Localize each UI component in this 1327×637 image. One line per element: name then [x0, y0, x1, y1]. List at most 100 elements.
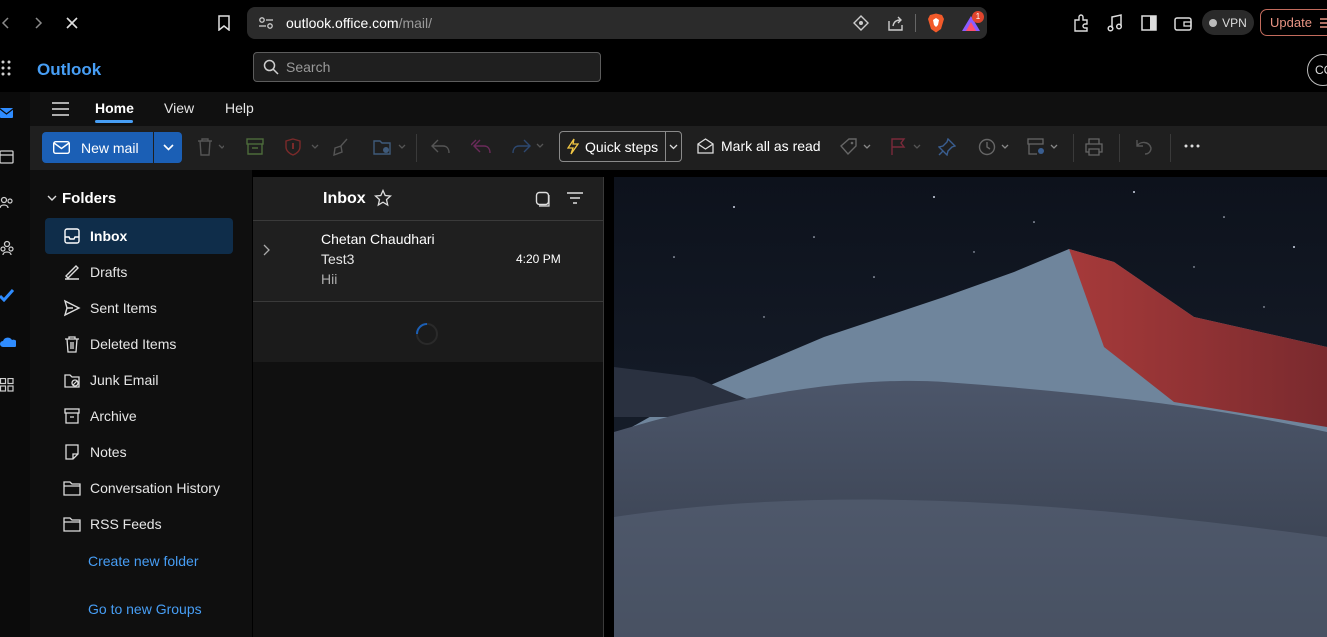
pin-icon[interactable] [938, 138, 958, 158]
sweep-icon[interactable] [332, 138, 352, 158]
sidebar-icon[interactable] [1137, 11, 1161, 35]
brave-shields-icon[interactable] [927, 13, 945, 33]
tab-view[interactable]: View [164, 100, 194, 116]
search-input[interactable] [284, 58, 588, 76]
app-rail [0, 92, 31, 637]
mark-all-read-button[interactable]: Mark all as read [697, 138, 821, 154]
site-settings-icon[interactable] [258, 16, 274, 30]
translate-icon[interactable] [853, 15, 869, 31]
archive-icon[interactable] [246, 138, 266, 158]
folder-label: Junk Email [90, 372, 159, 388]
quick-steps-label: Quick steps [585, 138, 659, 155]
go-to-new-groups-link[interactable]: Go to new Groups [88, 601, 202, 617]
ribbon-separator [416, 134, 417, 162]
folder-archive[interactable]: Archive [45, 398, 233, 434]
media-icon[interactable] [1103, 11, 1127, 35]
reply-all-icon[interactable] [471, 138, 491, 158]
select-mode-icon[interactable] [535, 191, 551, 207]
address-bar[interactable]: outlook.office.com/mail/ 1 [247, 7, 987, 39]
filter-icon[interactable] [567, 192, 583, 204]
search-box[interactable] [253, 52, 601, 82]
tab-help[interactable]: Help [225, 100, 254, 116]
new-mail-dropdown[interactable] [154, 132, 182, 163]
people-app-icon[interactable] [0, 196, 16, 216]
app-launcher-icon[interactable] [0, 59, 14, 77]
share-icon[interactable] [887, 15, 904, 31]
menu-icon [1319, 17, 1327, 28]
folder-rss-feeds[interactable]: RSS Feeds [45, 506, 233, 542]
pane-divider[interactable] [603, 177, 604, 637]
reply-icon[interactable] [431, 138, 451, 158]
folder-label: Conversation History [90, 480, 220, 496]
account-avatar[interactable]: CC [1307, 54, 1327, 86]
chevron-down-icon [47, 195, 57, 201]
move-to-icon[interactable] [373, 138, 406, 158]
back-icon[interactable] [0, 11, 18, 35]
extensions-icon[interactable] [1069, 11, 1093, 35]
browser-toolbar: outlook.office.com/mail/ 1 VPN Update [0, 0, 1327, 46]
search-icon [263, 59, 279, 75]
vpn-button[interactable]: VPN [1202, 10, 1254, 35]
expand-chevron-icon[interactable] [263, 244, 271, 256]
url-host: outlook.office.com [286, 15, 399, 31]
tab-home[interactable]: Home [95, 100, 134, 116]
calendar-app-icon[interactable] [0, 150, 16, 170]
list-title: Inbox [323, 190, 366, 207]
folders-header[interactable]: Folders [47, 190, 116, 207]
ribbon-separator [1170, 134, 1171, 162]
hamburger-menu-icon[interactable] [52, 102, 70, 116]
bookmark-icon[interactable] [212, 11, 236, 35]
desert-mountain-wallpaper [614, 177, 1327, 637]
mail-icon [53, 141, 70, 154]
folder-drafts[interactable]: Drafts [45, 254, 233, 290]
groups-app-icon[interactable] [0, 240, 16, 260]
more-apps-icon[interactable] [0, 378, 16, 398]
folder-junk-email[interactable]: Junk Email [45, 362, 233, 398]
print-icon[interactable] [1085, 138, 1105, 158]
message-list-header: Inbox [253, 177, 603, 221]
wallet-icon[interactable] [1171, 11, 1195, 35]
folders-header-label: Folders [62, 190, 117, 207]
favorite-star-icon[interactable] [374, 189, 392, 207]
chevron-down-icon [162, 144, 174, 151]
ribbon-toolbar: New mail Quick steps Mark all as read [30, 126, 1327, 170]
message-item[interactable]: Chetan Chaudhari Test3 Hii 4:20 PM [253, 221, 603, 302]
folder-deleted-items[interactable]: Deleted Items [45, 326, 233, 362]
vpn-label: VPN [1222, 15, 1247, 30]
folder-conversation-history[interactable]: Conversation History [45, 470, 233, 506]
message-preview: Hii [321, 271, 338, 287]
onedrive-app-icon[interactable] [0, 336, 16, 356]
folder-notes[interactable]: Notes [45, 434, 233, 470]
report-icon[interactable] [284, 138, 319, 158]
ribbon-separator [1119, 134, 1120, 162]
flag-icon[interactable] [890, 138, 921, 158]
folder-inbox[interactable]: Inbox [45, 218, 233, 254]
quick-steps-dropdown[interactable] [665, 131, 682, 162]
update-button[interactable]: Update [1260, 9, 1327, 36]
envelope-open-icon [697, 138, 714, 154]
todo-app-icon[interactable] [0, 288, 16, 308]
snooze-icon[interactable] [978, 138, 1009, 158]
new-mail-button[interactable]: New mail [42, 132, 153, 163]
tag-icon[interactable] [840, 138, 871, 158]
app-brand[interactable]: Outlook [37, 60, 101, 80]
forward-icon[interactable] [26, 11, 50, 35]
brave-rewards-icon[interactable]: 1 [960, 11, 984, 33]
url-text[interactable]: outlook.office.com/mail/ [286, 15, 432, 31]
ribbon-separator [1073, 134, 1074, 162]
stop-loading-icon[interactable] [60, 11, 84, 35]
message-list: Inbox Chetan Chaudhari Test3 Hii 4:20 PM [253, 177, 603, 637]
loading-spinner-icon [415, 322, 439, 346]
forward-mail-icon[interactable] [511, 138, 544, 158]
lightning-icon [567, 138, 579, 155]
mail-app-icon[interactable] [0, 106, 16, 126]
undo-icon[interactable] [1135, 138, 1155, 158]
delete-icon[interactable] [196, 137, 224, 157]
url-divider [915, 14, 916, 32]
create-new-folder-link[interactable]: Create new folder [88, 553, 199, 569]
quick-steps-button[interactable]: Quick steps [559, 131, 666, 162]
mark-all-read-label: Mark all as read [721, 138, 821, 154]
more-options-icon[interactable] [1184, 144, 1204, 164]
rules-icon[interactable] [1027, 138, 1058, 158]
folder-sent-items[interactable]: Sent Items [45, 290, 233, 326]
